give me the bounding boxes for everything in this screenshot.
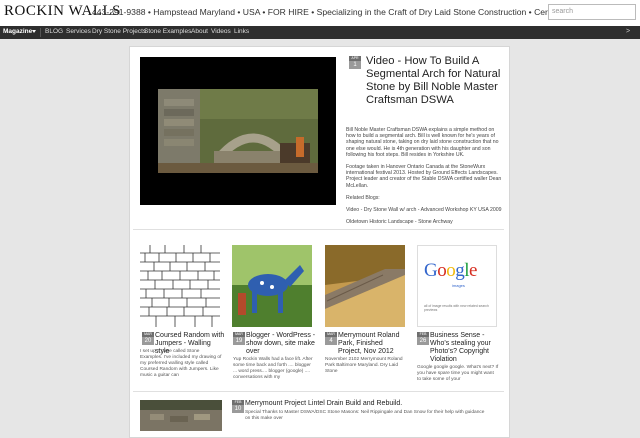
bottom-post-thumbnail[interactable] <box>140 400 222 431</box>
bottom-post-title[interactable]: Merrymount Project Lintel Drain Build an… <box>245 400 505 407</box>
card-thumbnail-google-images[interactable]: Google images all of image results with … <box>417 245 497 327</box>
card-thumbnail-painted-horse[interactable] <box>232 245 312 327</box>
site-tagline: 443-291-9388 • Hampstead Maryland • USA … <box>92 7 567 17</box>
featured-paragraph: Bill Noble Master Craftsman DSWA explain… <box>346 127 499 158</box>
related-blog-link[interactable]: Oldetown Historic Landscape - Stone Arch… <box>346 219 504 225</box>
date-day: 20 <box>142 337 154 345</box>
featured-date-badge: APR 1 <box>349 56 361 69</box>
arch-video-frame <box>158 89 318 173</box>
card-thumbnail-merrymount-path[interactable] <box>325 245 405 327</box>
featured-paragraph: Footage taken in Hanover Ontario Canada … <box>346 164 502 189</box>
card-date-badge: MAR 19 <box>233 332 245 345</box>
nav-item-links[interactable]: Links <box>234 28 249 35</box>
chevron-down-icon[interactable] <box>32 30 36 33</box>
nav-item-stone-examples[interactable]: Stone Examples <box>144 28 191 35</box>
section-divider <box>133 391 504 392</box>
nav-item-services[interactable]: Services <box>66 28 91 35</box>
card-excerpt: November 2102 Merrymount Roland Park Bal… <box>325 357 403 374</box>
nav-item-dry-stone-projects[interactable]: Dry Stone Projects <box>92 28 146 35</box>
card-title[interactable]: Business Sense - Who's stealing your Pho… <box>430 332 500 364</box>
card-title[interactable]: Merrymount Roland Park, Finished Project… <box>338 332 408 356</box>
google-logo: Google <box>424 260 477 281</box>
nav-divider <box>40 28 41 37</box>
search-input[interactable]: search <box>548 4 636 20</box>
section-divider <box>133 229 504 230</box>
card-excerpt: Google google google. What's next? If yo… <box>417 365 499 382</box>
related-blog-link[interactable]: Video - Dry Stone Wall w/ arch - Advance… <box>346 207 504 213</box>
date-day: 26 <box>417 337 429 345</box>
card-date-badge: MAR 4 <box>325 332 337 345</box>
bottom-post-date-badge: FEB 10 <box>232 400 244 413</box>
nav-bar: Magazine BLOG Services Dry Stone Project… <box>0 26 640 39</box>
card-excerpt: Yup Rockin Walls had a face lift. After … <box>233 357 313 380</box>
featured-video-player[interactable] <box>140 57 336 205</box>
nav-item-about[interactable]: About <box>191 28 208 35</box>
chevron-right-icon[interactable]: > <box>626 28 630 35</box>
date-day: 19 <box>233 337 245 345</box>
top-bar: ROCKIN WALLS 443-291-9388 • Hampstead Ma… <box>0 0 640 27</box>
card-date-badge: FEB 26 <box>417 332 429 345</box>
related-blogs-heading: Related Blogs: <box>346 194 380 201</box>
nav-item-videos[interactable]: Videos <box>211 28 231 35</box>
google-images-label: images <box>452 283 465 288</box>
featured-post-body: Bill Noble Master Craftsman DSWA explain… <box>346 127 504 231</box>
bottom-post-excerpt: Special Thanks to Master DSWA/DSC Stone … <box>245 410 485 421</box>
google-caption: all of image results with new related se… <box>424 304 489 312</box>
nav-item-blog[interactable]: BLOG <box>45 28 63 35</box>
card-excerpt: I set up a page called Stone Examples. I… <box>140 349 222 378</box>
date-day: 1 <box>349 61 361 69</box>
nav-magazine-menu[interactable]: Magazine <box>3 28 32 35</box>
card-date-badge: MAR 20 <box>142 332 154 345</box>
featured-post-title[interactable]: Video - How To Build A Segmental Arch fo… <box>366 55 506 107</box>
date-day: 10 <box>232 405 244 413</box>
card-thumbnail-stone-drawing[interactable] <box>140 245 220 327</box>
card-title[interactable]: Blogger - WordPress - show down, site ma… <box>246 332 316 356</box>
date-day: 4 <box>325 337 337 345</box>
